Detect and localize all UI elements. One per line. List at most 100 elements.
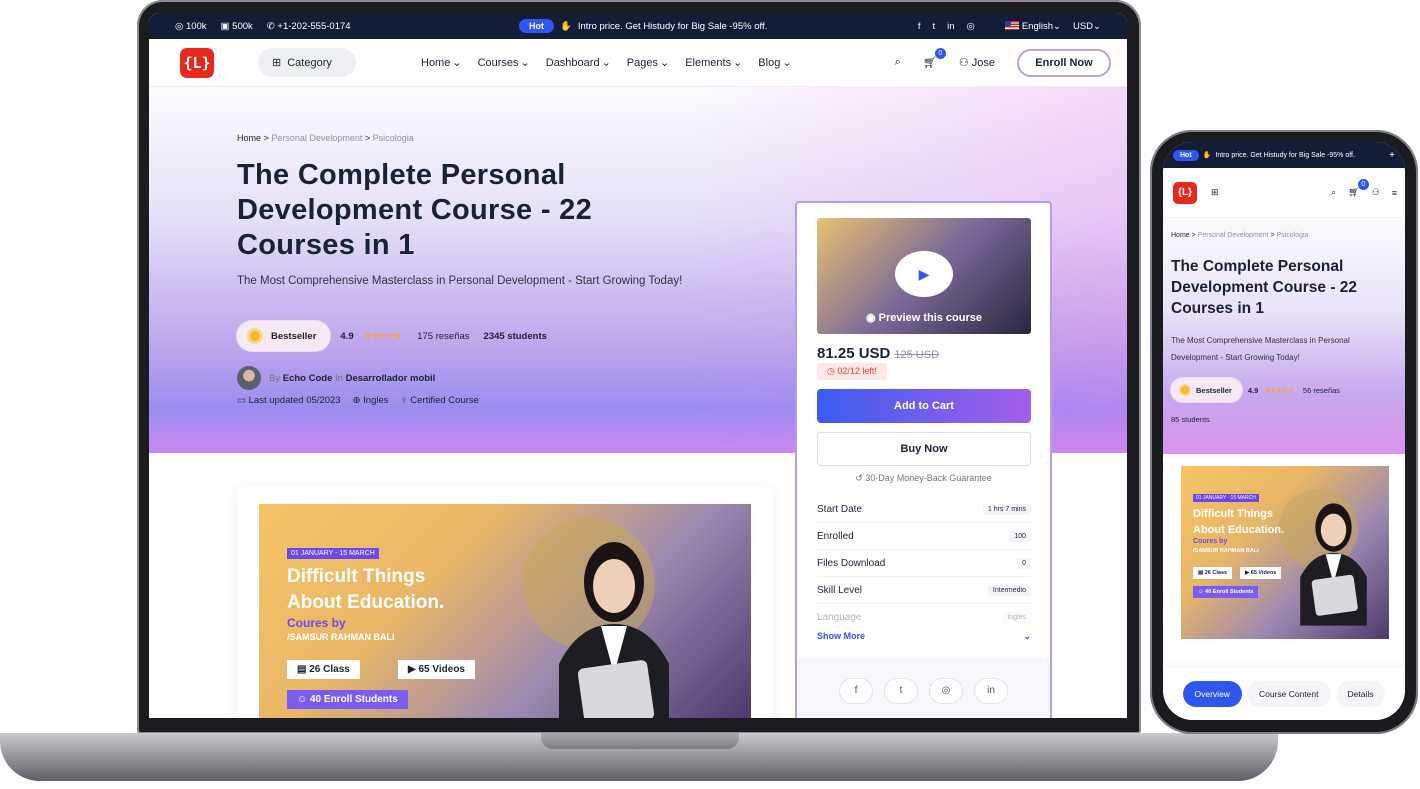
menu-item-pages[interactable]: Pages ⌄ — [627, 56, 669, 70]
course-title: The Complete Personal Development Course… — [237, 159, 592, 261]
student-icon: ☺ — [1198, 589, 1204, 595]
preview-label[interactable]: ◉ Preview this course — [817, 311, 1031, 324]
banner-heading: Difficult Things About Education. — [287, 566, 445, 613]
hamburger-menu-icon[interactable]: ≡ — [1392, 188, 1397, 198]
course-language: ⊕ Ingles — [352, 395, 389, 406]
twitter-icon[interactable]: t — [884, 677, 918, 704]
menu-item-home[interactable]: Home ⌄ — [421, 56, 462, 70]
video-count-pill: ▶ 65 Videos — [1240, 567, 1282, 579]
menu-item-courses[interactable]: Courses ⌄ — [478, 56, 530, 70]
breadcrumb-category[interactable]: Personal Development — [271, 133, 362, 143]
tab-overview[interactable]: Overview — [1182, 681, 1242, 707]
facebook-stat[interactable]: ▣ 500k — [221, 21, 253, 32]
author-category[interactable]: Desarrollador mobil — [346, 373, 436, 384]
phone-icon: ✆ — [266, 20, 275, 32]
menu-item-dashboard[interactable]: Dashboard ⌄ — [546, 56, 611, 70]
globe-icon: ⊕ — [352, 395, 361, 406]
chevron-down-icon: ⌄ — [1023, 631, 1031, 641]
main-nav: {L} ⊞ Category Home ⌄ Courses ⌄ Dashboard ⌄… — [149, 39, 1127, 87]
facebook-icon[interactable]: f — [839, 677, 873, 704]
bestseller-badge: Bestseller — [237, 321, 331, 351]
laptop-screen: ◎ 100k ▣ 500k ✆ +1-202-555-0174 Hot ✋ In… — [149, 13, 1127, 718]
enroll-count-pill: ☺ 40 Enroll Students — [287, 690, 408, 709]
course-sidebar: ▶ ◉ Preview this course 81.25 USD 125 USD… — [795, 201, 1052, 718]
laptop-notch — [541, 733, 739, 749]
show-more-button[interactable]: Show More ⌄ — [817, 631, 1031, 642]
user-icon: ⚇ — [958, 57, 969, 69]
cart-button[interactable]: 🛒︎ 0 — [922, 48, 946, 69]
eye-icon: ◉ — [866, 312, 876, 324]
promo-text: Intro price. Get Histudy for Big Sale -9… — [1215, 151, 1355, 159]
banner-by: Coures by — [1193, 538, 1228, 545]
currency-select[interactable]: USD⌄ — [1073, 21, 1101, 32]
facebook-icon[interactable]: f — [918, 21, 921, 32]
board-icon: ▤ — [297, 664, 307, 675]
rating-row: Bestseller 4.9 ★★★★★ 56 reseñas — [1171, 378, 1340, 402]
enroll-now-button[interactable]: Enroll Now — [1017, 48, 1111, 77]
tab-course-content[interactable]: Course Content — [1246, 681, 1331, 707]
phone-tabs: Overview Course Content Details — [1163, 668, 1405, 720]
breadcrumb-home[interactable]: Home — [237, 133, 261, 143]
course-title: The Complete Personal Development Course… — [1171, 258, 1358, 317]
star-rating-icon: ★★★★★ — [1264, 385, 1294, 395]
course-preview-thumbnail[interactable]: ▶ ◉ Preview this course — [817, 218, 1031, 334]
search-icon[interactable]: ⌕ — [895, 56, 901, 69]
student-count: 85 students — [1171, 415, 1210, 424]
play-icon[interactable]: ▶ — [895, 251, 953, 297]
linkedin-icon[interactable]: in — [974, 677, 1008, 704]
banner-date: 01 JANUARY - 15 MARCH — [1193, 494, 1259, 502]
author-name[interactable]: Echo Code — [283, 373, 333, 384]
menu-item-elements[interactable]: Elements ⌄ — [685, 56, 742, 70]
chevron-down-icon: ⌄ — [1053, 20, 1061, 32]
review-count: 56 reseñas — [1302, 385, 1341, 395]
phone-topbar: Hot ✋ Intro price. Get Histudy for Big S… — [1163, 142, 1405, 168]
stock-left-badge: ◷ 02/12 left! — [817, 363, 887, 380]
cart-icon: 🛒︎ — [922, 57, 937, 69]
medal-icon — [247, 328, 263, 344]
twitter-icon[interactable]: t — [932, 21, 935, 32]
topbar: ◎ 100k ▣ 500k ✆ +1-202-555-0174 Hot ✋ In… — [149, 13, 1127, 39]
instagram-icon[interactable]: ◎ — [967, 21, 975, 32]
board-icon: ▤ — [1198, 570, 1204, 576]
phone-nav: {L} ⊞ ⌕ 🛒︎ 0 ⚇ ≡ — [1163, 168, 1405, 218]
student-count: 2345 students — [483, 330, 547, 342]
grid-icon[interactable]: ⊞ — [1211, 187, 1219, 198]
cart-button[interactable]: 🛒︎ 0 — [1348, 179, 1369, 198]
logo[interactable]: {L} — [1173, 181, 1197, 204]
author-row: By Echo Code In Desarrollador mobil — [237, 366, 435, 390]
search-icon[interactable]: ⌕ — [1331, 187, 1336, 198]
price: 81.25 USD 125 USD — [817, 345, 940, 362]
grid-icon: ⊞ — [272, 57, 282, 69]
course-subtitle: The Most Comprehensive Masterclass in Pe… — [237, 275, 683, 287]
add-to-cart-button[interactable]: Add to Cart — [817, 389, 1031, 423]
cart-badge: 0 — [1357, 179, 1369, 190]
tab-details[interactable]: Details — [1335, 681, 1386, 707]
hot-badge: Hot — [519, 19, 554, 33]
detail-row: Start Date 1 hrs 7 mins — [817, 496, 1031, 523]
user-menu[interactable]: ⚇ Jose — [959, 56, 995, 69]
refresh-icon: ↺ — [855, 473, 863, 483]
linkedin-icon[interactable]: in — [947, 21, 954, 32]
user-icon[interactable]: ⚇ — [1372, 187, 1380, 198]
category-button[interactable]: ⊞ Category — [258, 48, 356, 77]
rating-value: 4.9 — [340, 330, 354, 342]
phone-link[interactable]: ✆ +1-202-555-0174 — [267, 21, 351, 32]
instagram-stat[interactable]: ◎ 100k — [175, 21, 207, 32]
promo-text: Intro price. Get Histudy for Big Sale -9… — [577, 20, 768, 32]
menu-item-blog[interactable]: Blog ⌄ — [758, 56, 791, 70]
plus-icon[interactable]: + — [1389, 150, 1395, 161]
breadcrumb-subcategory[interactable]: Psicologia — [373, 133, 414, 143]
rating-row: Bestseller 4.9 ★★★★★ 175 reseñas 2345 st… — [237, 321, 547, 351]
share-socials: f t ◎ in — [797, 658, 1050, 718]
calendar-icon: ▭ — [237, 395, 246, 406]
logo[interactable]: {L} — [180, 47, 214, 78]
buy-now-button[interactable]: Buy Now — [817, 432, 1031, 466]
instagram-icon[interactable]: ◎ — [929, 677, 963, 704]
language-select[interactable]: English⌄ — [1004, 20, 1061, 32]
student-icon: ☺ — [297, 694, 308, 705]
video-icon: ▶ — [1245, 570, 1250, 576]
course-banner[interactable]: 01 JANUARY - 15 MARCH Difficult Things Ab… — [259, 504, 751, 718]
course-banner[interactable]: 01 JANUARY - 15 MARCH Difficult Things Ab… — [1181, 466, 1389, 639]
chevron-down-icon: ⌄ — [1093, 20, 1101, 32]
cart-badge: 0 — [934, 48, 946, 59]
